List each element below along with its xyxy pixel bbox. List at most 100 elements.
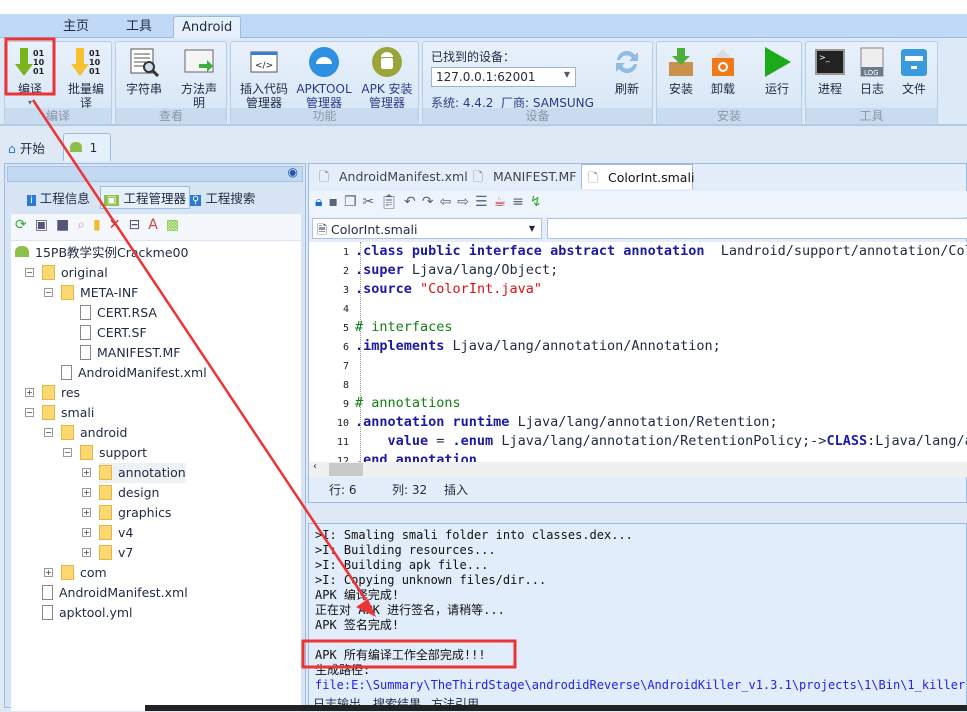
tree-item[interactable]: +annotation — [99, 463, 186, 483]
expand-icon[interactable]: + — [82, 468, 91, 477]
device-select[interactable]: 127.0.0.1:62001▼ — [431, 67, 576, 87]
tab-project-1[interactable]: 1 — [63, 133, 111, 161]
tree-item[interactable]: −support — [80, 443, 147, 463]
save-icon[interactable]: ▪ — [328, 194, 344, 210]
image-icon[interactable]: ▣ — [35, 217, 56, 233]
method-decl-button[interactable]: 方法声 明 — [174, 46, 224, 110]
tree-item[interactable]: +v4 — [99, 523, 133, 543]
expand-icon[interactable]: + — [82, 548, 91, 557]
horizontal-scrollbar[interactable]: ‹ — [309, 462, 967, 477]
insert-code-manager-button[interactable]: </>插入代码 管理器 — [235, 46, 293, 110]
recycle-icon — [707, 46, 739, 78]
console-icon[interactable]: ■ — [56, 217, 77, 233]
expand-icon[interactable]: + — [44, 568, 53, 577]
scroll-left-icon[interactable]: ‹ — [313, 461, 317, 472]
tree-item[interactable]: 15PB教学实例Crackme00 — [15, 243, 188, 263]
member-select[interactable] — [547, 218, 967, 239]
refresh-button[interactable]: 刷新 — [607, 46, 647, 96]
format-icon[interactable]: ☰ — [475, 194, 494, 210]
tab-project-manager[interactable]: ▣ 工程管理器 — [100, 186, 190, 209]
editor-tab[interactable]: 🗋︎MANIFEST.MF — [467, 164, 577, 189]
status-bar: 行: 6列: 32插入 — [317, 479, 967, 501]
log-path-link[interactable]: file:E:\Summary\TheThirdStage\androdidRe… — [315, 678, 967, 693]
install-button[interactable]: 安装 — [661, 46, 701, 96]
tree-item[interactable]: +v7 — [99, 543, 133, 563]
apk-install-manager-button[interactable]: APK 安装 管理器 — [357, 46, 417, 110]
tree-item[interactable]: −META-INF — [61, 283, 138, 303]
collapse-icon[interactable]: − — [25, 408, 34, 417]
tab-project-info[interactable]: i 工程信息 — [27, 188, 90, 207]
expand-icon[interactable]: + — [25, 388, 34, 397]
uninstall-button[interactable]: 卸载 — [703, 46, 743, 96]
collapse-icon[interactable]: − — [25, 268, 34, 277]
copy-icon[interactable]: ❐ — [344, 194, 363, 210]
tree-item[interactable]: apktool.yml — [42, 603, 133, 623]
run-button[interactable]: 运行 — [757, 46, 797, 96]
android-icon — [15, 246, 29, 257]
tree-item[interactable]: +com — [61, 563, 107, 583]
code-line: 11 value = .enum Ljava/lang/annotation/R… — [309, 432, 967, 451]
tree-item[interactable]: −android — [61, 423, 127, 443]
expand-icon[interactable]: + — [82, 488, 91, 497]
java-icon[interactable]: ☕ — [494, 194, 513, 210]
tab-start[interactable]: ⌂ 开始 — [8, 138, 45, 157]
compile-button[interactable]: 011001编译▾ — [9, 46, 51, 110]
folder-search-icon[interactable]: ⌕ — [77, 217, 93, 233]
delete-icon[interactable]: ✕ — [109, 217, 129, 233]
goto-icon[interactable]: ↯ — [530, 194, 548, 210]
svg-text:01: 01 — [33, 67, 45, 76]
lock-icon[interactable]: 🔒︎ — [315, 194, 328, 210]
eye-icon[interactable]: ◉ — [288, 165, 298, 179]
forward-icon[interactable]: ⇨ — [457, 194, 475, 210]
paste-icon[interactable]: 📋︎ — [380, 194, 404, 210]
align-icon[interactable]: ≡ — [512, 194, 530, 210]
log-button[interactable]: LOG日志 — [852, 46, 892, 96]
tree-item[interactable]: −original — [42, 263, 108, 283]
undo-icon[interactable]: ↶ — [404, 194, 422, 210]
tree-item[interactable]: MANIFEST.MF — [80, 343, 181, 363]
text-file-icon[interactable]: A — [148, 217, 166, 233]
tree-item[interactable]: CERT.RSA — [80, 303, 157, 323]
collapse-icon[interactable]: − — [44, 428, 53, 437]
apktool-label: APKTOOL 管理器 — [296, 82, 351, 110]
tree-item[interactable]: CERT.SF — [80, 323, 147, 343]
editor-tab[interactable]: 🗋︎ColorInt.smali — [581, 164, 693, 189]
editor-panel: 🗋︎AndroidManifest.xml🗋︎MANIFEST.MF🗋︎Colo… — [308, 163, 967, 503]
code-editor[interactable]: 1.class public interface abstract annota… — [309, 242, 967, 462]
file-button[interactable]: 文件 — [894, 46, 934, 96]
editor-tab[interactable]: 🗋︎AndroidManifest.xml — [313, 164, 463, 189]
expand-icon[interactable]: + — [82, 528, 91, 537]
tab-tools[interactable]: 工具 — [118, 16, 160, 38]
tab-home[interactable]: 主页 — [55, 16, 97, 38]
tab-label: 工程信息 — [40, 191, 90, 206]
file-select[interactable]: 🗎︎ ColorInt.smali▼ — [312, 218, 542, 239]
folder-icon[interactable]: ▮ — [93, 217, 109, 233]
tree-item[interactable]: +design — [99, 483, 159, 503]
editor-tabs: 🗋︎AndroidManifest.xml🗋︎MANIFEST.MF🗋︎Colo… — [309, 164, 967, 190]
tree-item-label: android — [80, 425, 127, 440]
apktool-manager-button[interactable]: APKTOOL 管理器 — [295, 46, 353, 110]
tree-item[interactable]: −smali — [42, 403, 94, 423]
android-icon[interactable]: ▩ — [166, 217, 187, 233]
tree-item[interactable]: +res — [42, 383, 80, 403]
expand-icon[interactable]: + — [82, 508, 91, 517]
back-icon[interactable]: ⇦ — [440, 194, 458, 210]
redo-icon[interactable]: ↷ — [422, 194, 440, 210]
strings-button[interactable]: 字符串 — [120, 46, 168, 96]
tree-item[interactable]: AndroidManifest.xml — [42, 583, 188, 603]
tree-item[interactable]: +graphics — [99, 503, 171, 523]
collapse-icon[interactable]: − — [44, 288, 53, 297]
rename-icon[interactable]: ⊟ — [129, 217, 149, 233]
collapse-icon[interactable]: − — [63, 448, 72, 457]
cut-icon[interactable]: ✂ — [363, 194, 381, 210]
ribbon-tabs: 主页 工具 Android — [0, 14, 967, 38]
refresh-icon[interactable]: ⟳ — [15, 217, 35, 233]
folder-icon — [99, 525, 112, 540]
batch-compile-button[interactable]: 011001批量编 译 — [63, 46, 109, 110]
tab-project-search[interactable]: ⚲ 工程搜索 — [190, 188, 255, 207]
tab-android[interactable]: Android — [173, 16, 241, 38]
code-icon: </> — [248, 46, 280, 78]
tree-item[interactable]: AndroidManifest.xml — [61, 363, 207, 383]
scroll-thumb[interactable] — [329, 463, 363, 476]
process-button[interactable]: >_进程 — [810, 46, 850, 96]
